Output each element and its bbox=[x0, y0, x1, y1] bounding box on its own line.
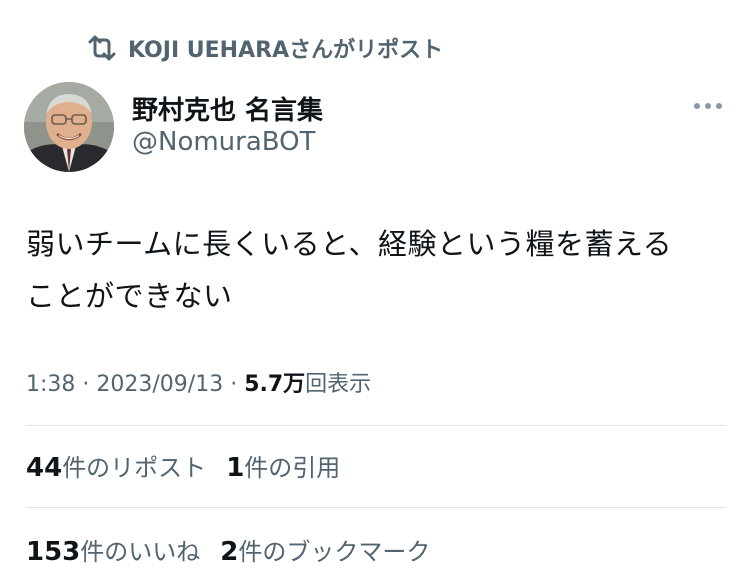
meta-separator: · bbox=[75, 372, 97, 397]
retweet-banner[interactable]: KOJI UEHARAさんがリポスト bbox=[86, 30, 443, 66]
retweet-banner-text[interactable]: KOJI UEHARAさんがリポスト bbox=[128, 32, 443, 64]
divider bbox=[26, 507, 726, 508]
quotes-count: 1 bbox=[226, 453, 245, 483]
author-handle[interactable]: @NomuraBOT bbox=[132, 127, 316, 157]
likes-link[interactable]: 153件のいいね bbox=[26, 532, 200, 567]
tweet-text-line: ことができない bbox=[26, 279, 233, 313]
retweet-icon bbox=[86, 35, 118, 61]
divider bbox=[26, 425, 726, 426]
author-display-name[interactable]: 野村克也 名言集 bbox=[132, 90, 323, 127]
quotes-label: 件の引用 bbox=[244, 454, 341, 482]
reposts-label: 件のリポスト bbox=[62, 454, 207, 482]
views-count: 5.7万 bbox=[244, 372, 306, 397]
tweet-time[interactable]: 1:38 bbox=[26, 372, 75, 397]
views-label: 回表示 bbox=[305, 372, 372, 397]
quotes-link[interactable]: 1件の引用 bbox=[226, 448, 340, 483]
tweet-date[interactable]: 2023/09/13 bbox=[96, 372, 223, 397]
likes-label: 件のいいね bbox=[80, 538, 201, 566]
likes-count: 153 bbox=[26, 537, 81, 567]
engagement-row-2: 153件のいいね 2件のブックマーク bbox=[26, 532, 430, 567]
more-horizontal-icon[interactable] bbox=[690, 95, 726, 117]
bookmarks-count: 2 bbox=[220, 537, 239, 567]
tweet-text: 弱いチームに長くいると、経験という糧を蓄える ことができない bbox=[26, 218, 736, 322]
meta-separator: · bbox=[223, 372, 245, 397]
bookmarks-label: 件のブックマーク bbox=[238, 538, 431, 566]
tweet-text-line: 弱いチームに長くいると、経験という糧を蓄える bbox=[26, 227, 673, 261]
bookmarks-link[interactable]: 2件のブックマーク bbox=[220, 532, 430, 567]
reposts-link[interactable]: 44件のリポスト bbox=[26, 448, 206, 483]
tweet-meta: 1:38 · 2023/09/13 · 5.7万 回表示 bbox=[26, 366, 371, 398]
reposts-count: 44 bbox=[26, 453, 63, 483]
avatar[interactable] bbox=[24, 82, 114, 172]
engagement-row-1: 44件のリポスト 1件の引用 bbox=[26, 448, 340, 483]
